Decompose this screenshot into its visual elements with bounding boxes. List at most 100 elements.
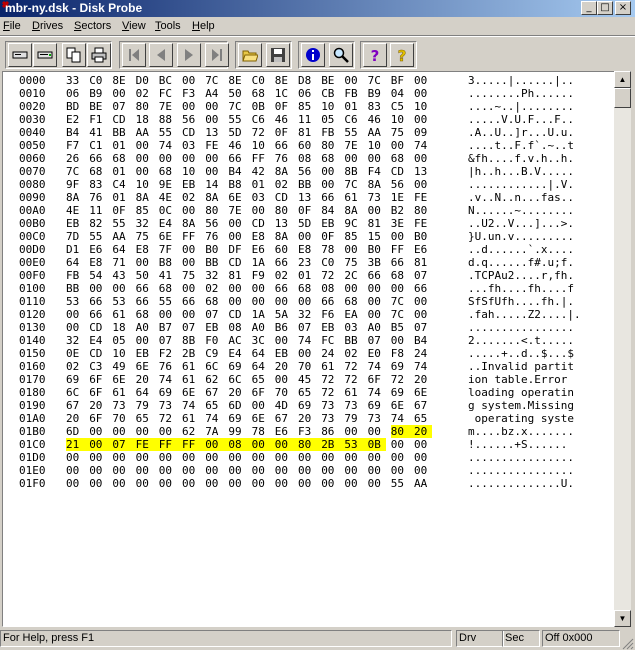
hex-byte[interactable]: 67	[414, 399, 432, 412]
hex-byte[interactable]: 00	[368, 204, 386, 217]
hex-byte[interactable]: 7C	[391, 295, 409, 308]
hex-byte[interactable]: 02	[66, 360, 84, 373]
hex-byte[interactable]: 00	[136, 464, 154, 477]
hex-byte[interactable]: 06	[298, 87, 316, 100]
hex-byte[interactable]: E6	[89, 243, 107, 256]
hex-byte[interactable]: F0	[205, 334, 223, 347]
hex-byte[interactable]: 66	[136, 295, 154, 308]
hex-byte[interactable]: 56	[391, 178, 409, 191]
hex-byte[interactable]: 00	[391, 334, 409, 347]
hex-byte[interactable]: 10	[414, 100, 432, 113]
hex-byte[interactable]: 73	[368, 412, 386, 425]
ascii-text[interactable]: ..U2..V...]...>.	[468, 217, 574, 230]
last-sector-button[interactable]	[205, 43, 229, 67]
ascii-text[interactable]: g system.Missing	[468, 399, 574, 412]
ascii-text[interactable]: SfSfUfh....fh.|.	[468, 295, 574, 308]
hex-byte[interactable]: 6F	[89, 373, 107, 386]
hex-byte[interactable]: 7A	[205, 425, 223, 438]
hex-byte[interactable]: 74	[368, 360, 386, 373]
first-sector-button[interactable]	[122, 43, 146, 67]
hex-byte[interactable]: 8E	[228, 74, 246, 87]
hex-byte[interactable]: 74	[368, 386, 386, 399]
hex-byte[interactable]: A0	[368, 321, 386, 334]
hex-byte[interactable]: 80	[205, 204, 223, 217]
hex-byte[interactable]: FB	[344, 87, 362, 100]
hex-byte[interactable]: 10	[321, 100, 339, 113]
hex-byte[interactable]: 00	[182, 282, 200, 295]
hex-byte[interactable]: 00	[391, 451, 409, 464]
hex-byte[interactable]: 99	[228, 425, 246, 438]
hex-byte[interactable]: 00	[228, 464, 246, 477]
hex-byte[interactable]: BC	[159, 74, 177, 87]
hex-byte[interactable]: FF	[252, 152, 270, 165]
hex-byte[interactable]: FE	[414, 217, 432, 230]
hex-byte[interactable]: 7E	[344, 139, 362, 152]
hex-byte[interactable]: 1E	[391, 191, 409, 204]
hex-byte[interactable]: 6E	[112, 373, 130, 386]
hex-byte[interactable]: 81	[228, 269, 246, 282]
hex-byte[interactable]: 61	[182, 373, 200, 386]
hex-byte[interactable]: 00	[205, 113, 223, 126]
hex-byte[interactable]: 00	[414, 451, 432, 464]
hex-byte[interactable]: 20	[298, 412, 316, 425]
hex-byte[interactable]: 61	[344, 191, 362, 204]
hex-byte[interactable]: 41	[159, 269, 177, 282]
hex-byte[interactable]: 00	[252, 282, 270, 295]
ascii-text[interactable]: ............|.V.	[468, 178, 574, 191]
hex-byte[interactable]: 00	[112, 425, 130, 438]
hex-byte[interactable]: 00	[182, 152, 200, 165]
hex-byte[interactable]: CD	[252, 217, 270, 230]
hex-byte[interactable]: 67	[66, 399, 84, 412]
hex-byte[interactable]: 68	[159, 165, 177, 178]
hex-byte[interactable]: 00	[414, 308, 432, 321]
hex-byte[interactable]: 8A	[182, 217, 200, 230]
hex-byte[interactable]: 68	[298, 282, 316, 295]
hex-byte[interactable]: 00	[205, 152, 223, 165]
hex-byte[interactable]: 14	[205, 178, 223, 191]
ascii-text[interactable]: d.q......f#.u;f.	[468, 256, 574, 269]
hex-byte[interactable]: FE	[414, 191, 432, 204]
hex-byte[interactable]: 00	[205, 464, 223, 477]
hex-byte[interactable]: 8A	[66, 191, 84, 204]
hex-byte[interactable]: A0	[252, 321, 270, 334]
hex-byte[interactable]: 65	[414, 412, 432, 425]
hex-byte[interactable]: B0	[368, 243, 386, 256]
hex-byte[interactable]: 68	[112, 152, 130, 165]
hex-byte[interactable]: 53	[344, 438, 368, 451]
hex-byte[interactable]: F9	[252, 269, 270, 282]
hex-byte[interactable]: 00	[136, 139, 154, 152]
hex-byte[interactable]: 00	[414, 464, 432, 477]
hex-byte[interactable]: 0B	[252, 100, 270, 113]
hex-byte[interactable]: 7D	[66, 230, 84, 243]
hex-byte[interactable]: 62	[182, 425, 200, 438]
hex-byte[interactable]: 60	[298, 139, 316, 152]
hex-byte[interactable]: CD	[228, 308, 246, 321]
hex-byte[interactable]: CD	[182, 126, 200, 139]
hex-byte[interactable]: 00	[251, 438, 275, 451]
hex-byte[interactable]: 00	[344, 74, 362, 87]
hex-byte[interactable]: 00	[182, 477, 200, 490]
hex-byte[interactable]: 82	[89, 217, 107, 230]
hex-byte[interactable]: 00	[136, 256, 154, 269]
hex-byte[interactable]: B0	[205, 243, 223, 256]
hex-byte[interactable]: 68	[344, 295, 362, 308]
hex-byte[interactable]: 00	[275, 334, 293, 347]
hex-byte[interactable]: 5D	[228, 126, 246, 139]
hex-byte[interactable]: 07	[368, 334, 386, 347]
hex-byte[interactable]: 56	[182, 113, 200, 126]
hex-byte[interactable]: 6D	[66, 425, 84, 438]
hex-byte[interactable]: 69	[391, 386, 409, 399]
ascii-text[interactable]: loading operatin	[468, 386, 574, 399]
hex-byte[interactable]: FF	[391, 243, 409, 256]
hex-byte[interactable]: E6	[252, 243, 270, 256]
hex-byte[interactable]: 68	[321, 152, 339, 165]
hex-byte[interactable]: 7C	[228, 100, 246, 113]
hex-byte[interactable]: F2	[159, 347, 177, 360]
hex-byte[interactable]: BE	[89, 100, 107, 113]
ascii-text[interactable]: |h..h...B.V.....	[468, 165, 574, 178]
hex-byte[interactable]: 76	[205, 230, 223, 243]
hex-byte[interactable]: 00	[275, 464, 293, 477]
hex-byte[interactable]: 00	[66, 451, 84, 464]
hex-byte[interactable]: 6F	[252, 386, 270, 399]
hex-byte[interactable]: 70	[298, 360, 316, 373]
